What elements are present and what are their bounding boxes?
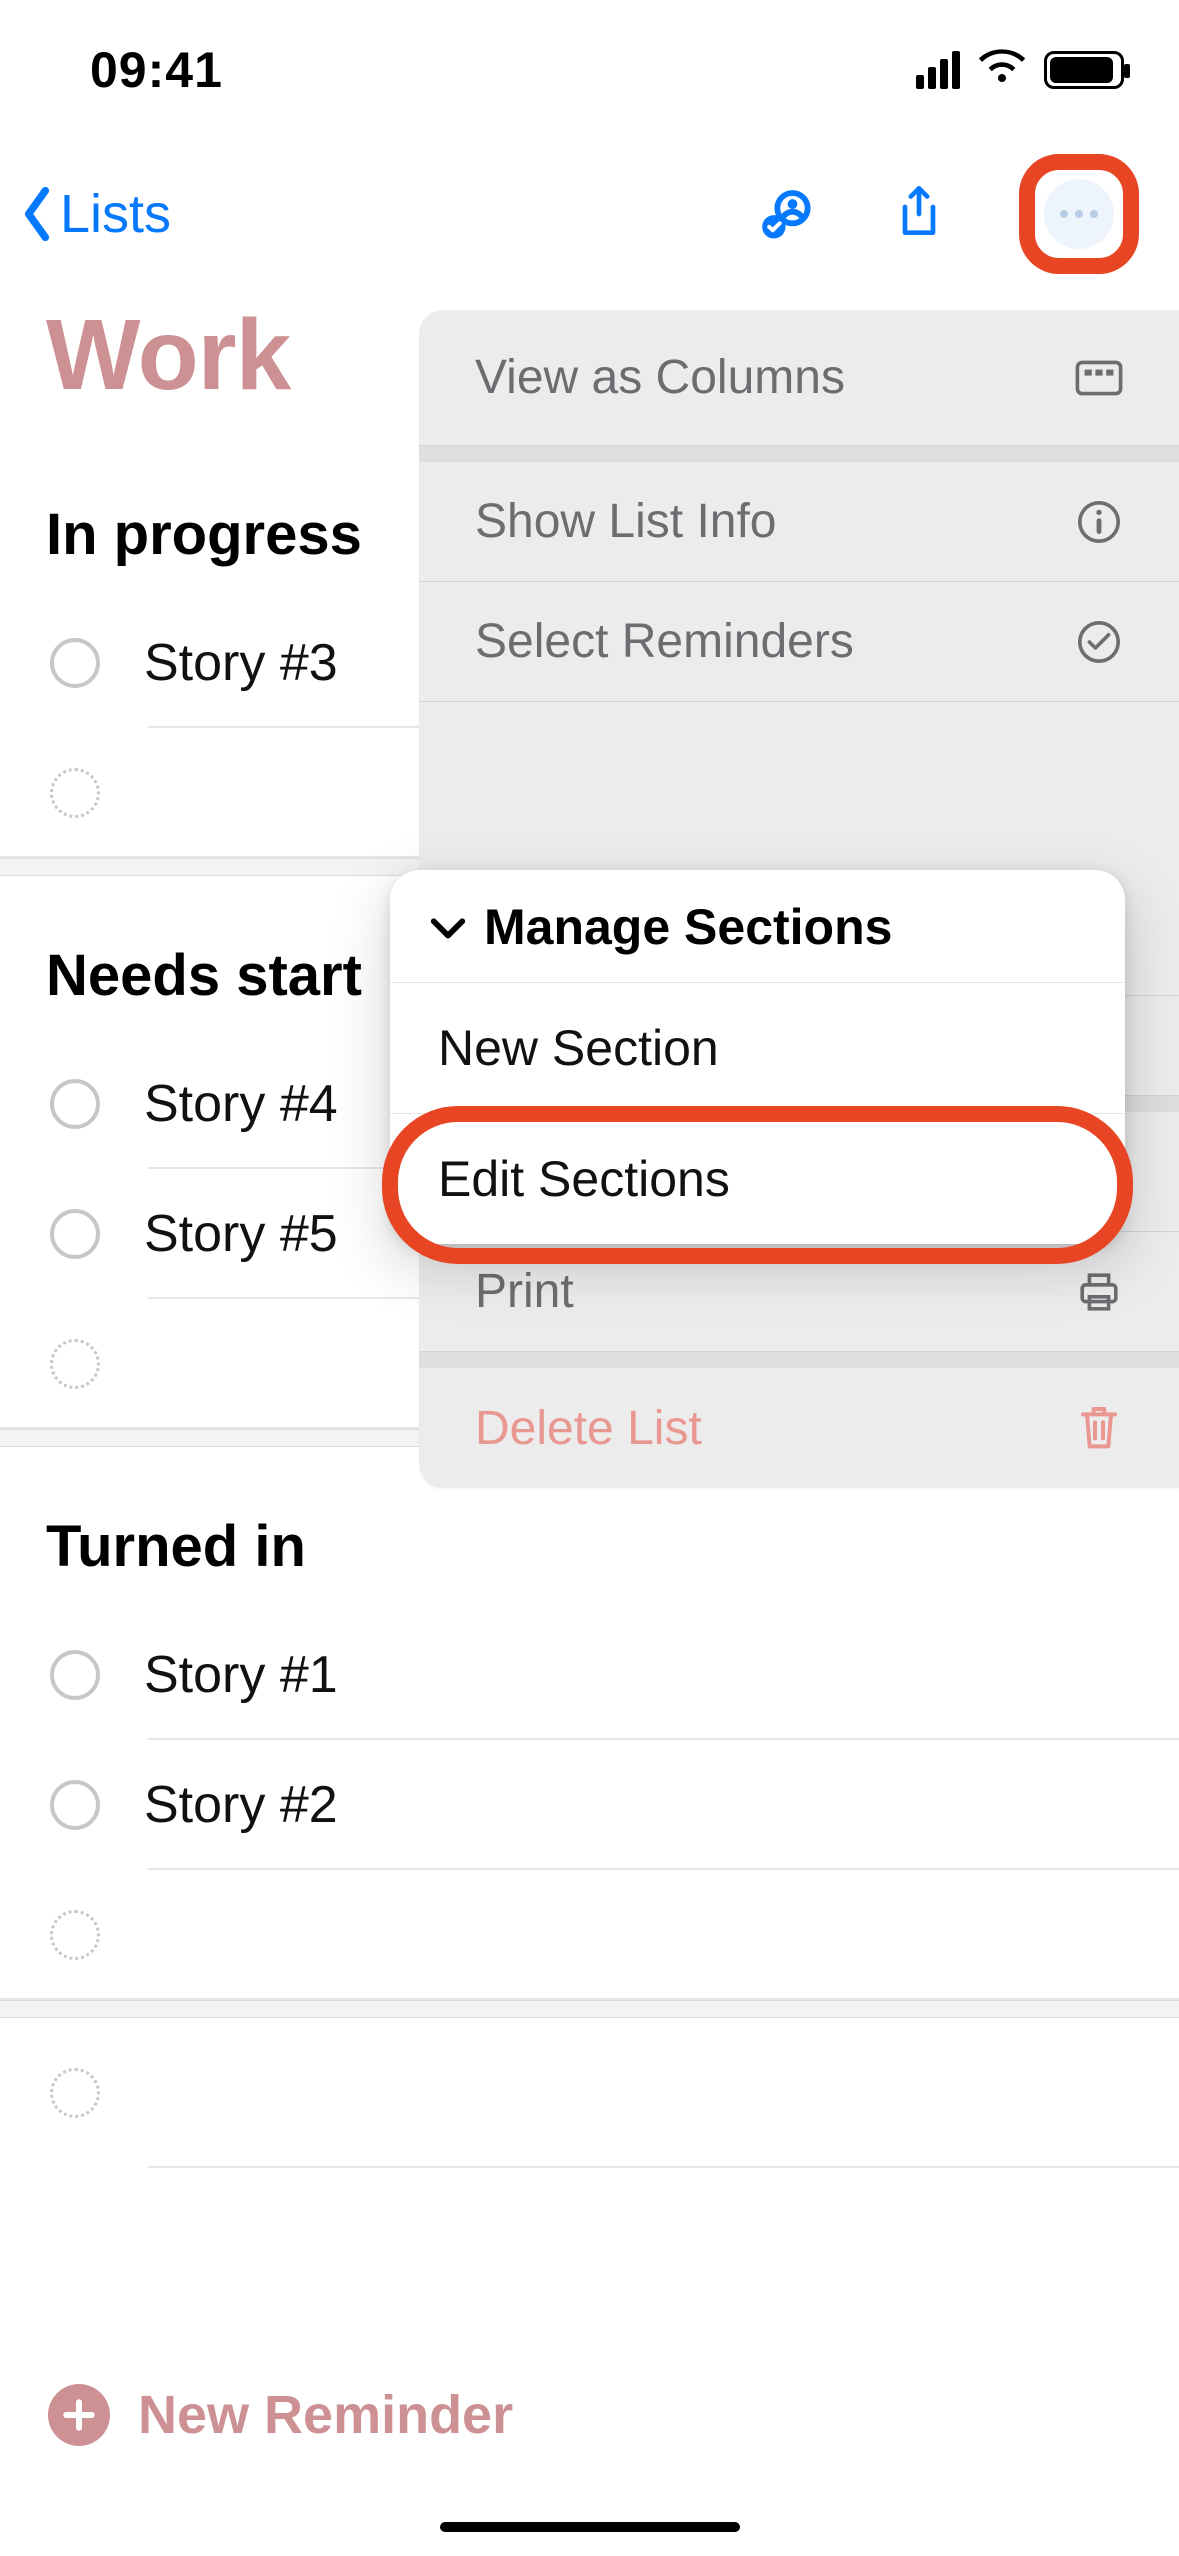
reminder-row[interactable]: Story #2 [0, 1740, 1179, 1870]
print-icon [1075, 1268, 1123, 1316]
reminder-title: Story #2 [144, 1775, 338, 1835]
menu-divider [419, 1352, 1179, 1368]
menu-label: View as Columns [475, 350, 845, 405]
menu-label: Select Reminders [475, 614, 854, 669]
completion-circle-icon[interactable] [50, 1209, 100, 1259]
trash-icon [1075, 1404, 1123, 1452]
reminder-row-empty[interactable] [0, 1870, 1179, 2000]
footer: New Reminder [0, 2384, 1179, 2446]
section-turned-in: Turned in Story #1 Story #2 [0, 1447, 1179, 2000]
add-reminder-button[interactable] [48, 2384, 110, 2446]
menu-label: Print [475, 1264, 574, 1319]
menu-show-list-info[interactable]: Show List Info [419, 462, 1179, 582]
menu-divider [419, 446, 1179, 462]
wifi-icon [978, 48, 1026, 93]
more-button[interactable] [1019, 154, 1139, 274]
menu-delete-list[interactable]: Delete List [419, 1368, 1179, 1488]
new-reminder-circle-icon[interactable] [50, 768, 100, 818]
chevron-left-icon [22, 187, 52, 241]
highlight-ring [1019, 154, 1139, 274]
new-reminder-label[interactable]: New Reminder [138, 2384, 513, 2446]
share-icon [891, 186, 947, 242]
reminder-title: Story #4 [144, 1074, 338, 1134]
battery-icon [1044, 51, 1124, 89]
manage-sections-submenu: Manage Sections New Section Edit Section… [390, 870, 1125, 1244]
new-reminder-circle-icon[interactable] [50, 2068, 100, 2118]
status-time: 09:41 [90, 41, 223, 99]
submenu-title: Manage Sections [484, 898, 892, 956]
chevron-down-icon [428, 907, 468, 947]
status-bar: 09:41 [0, 0, 1179, 140]
submenu-header[interactable]: Manage Sections [390, 870, 1125, 983]
submenu-label: New Section [438, 1020, 719, 1076]
plus-icon [62, 2398, 96, 2432]
share-button[interactable] [889, 184, 949, 244]
reminder-title: Story #5 [144, 1204, 338, 1264]
completion-circle-icon[interactable] [50, 1079, 100, 1129]
collaborate-button[interactable] [759, 184, 819, 244]
new-reminder-circle-icon[interactable] [50, 1910, 100, 1960]
back-label: Lists [60, 183, 171, 245]
completion-circle-icon[interactable] [50, 1780, 100, 1830]
menu-label: Delete List [475, 1401, 702, 1456]
reminder-row[interactable]: Story #1 [0, 1610, 1179, 1740]
reminder-title: Story #3 [144, 633, 338, 693]
nav-bar: Lists [0, 140, 1179, 298]
nav-actions [759, 154, 1139, 274]
new-reminder-circle-icon[interactable] [50, 1339, 100, 1389]
info-icon [1075, 498, 1123, 546]
submenu-new-section[interactable]: New Section [390, 983, 1125, 1114]
select-icon [1075, 618, 1123, 666]
menu-select-reminders[interactable]: Select Reminders [419, 582, 1179, 702]
menu-label: Show List Info [475, 494, 777, 549]
reminder-title: Story #1 [144, 1645, 338, 1705]
menu-print[interactable]: Print [419, 1232, 1179, 1352]
home-indicator [440, 2522, 740, 2532]
section-divider [0, 2000, 1179, 2018]
cellular-icon [916, 51, 960, 89]
submenu-edit-sections[interactable]: Edit Sections [390, 1114, 1125, 1244]
reminder-row-empty[interactable] [0, 2018, 1179, 2168]
completion-circle-icon[interactable] [50, 638, 100, 688]
completion-circle-icon[interactable] [50, 1650, 100, 1700]
collaborate-icon [761, 186, 817, 242]
columns-icon [1075, 354, 1123, 402]
submenu-label: Edit Sections [438, 1151, 730, 1207]
back-button[interactable]: Lists [22, 183, 171, 245]
menu-view-as-columns[interactable]: View as Columns [419, 310, 1179, 446]
status-right [916, 48, 1124, 93]
